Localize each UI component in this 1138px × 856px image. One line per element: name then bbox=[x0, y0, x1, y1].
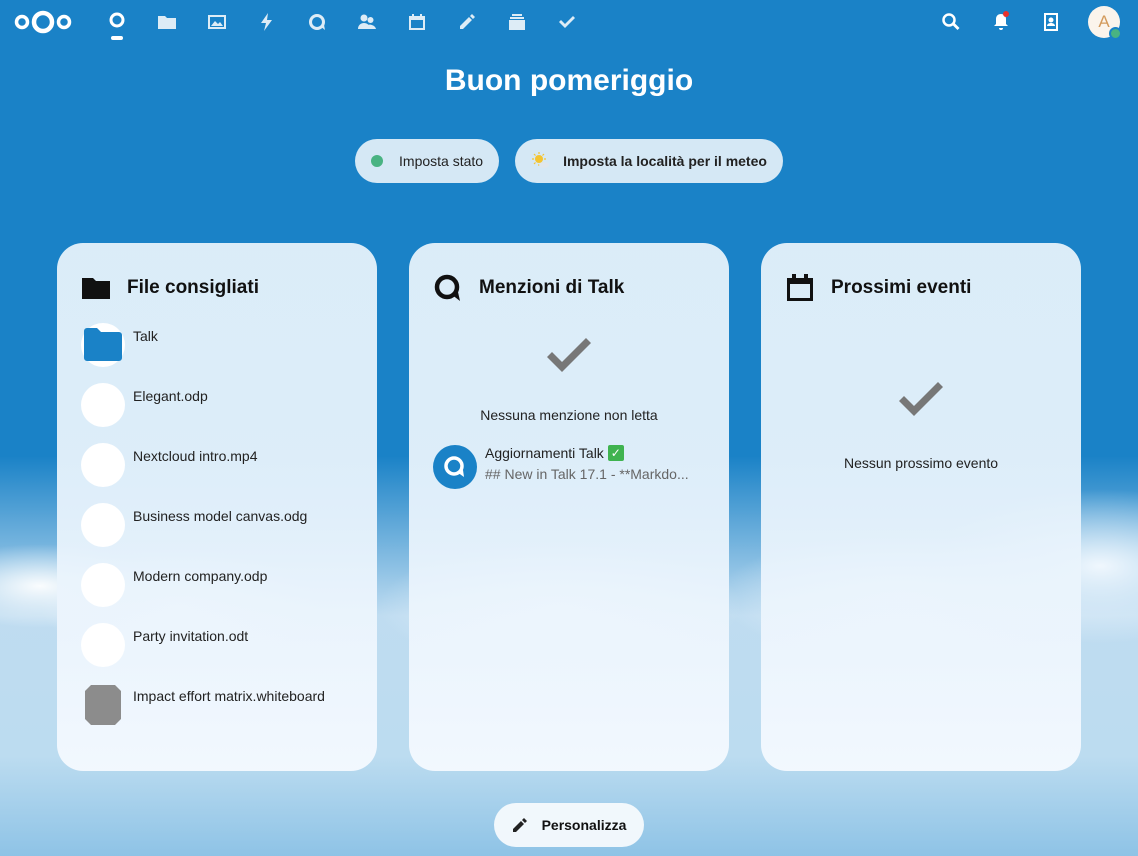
pencil-icon bbox=[512, 818, 527, 832]
notification-badge bbox=[1003, 11, 1009, 17]
list-item[interactable]: Nextcloud intro.mp4 bbox=[81, 443, 353, 503]
contacts-icon bbox=[358, 14, 376, 29]
file-name: Business model canvas.odg bbox=[133, 508, 308, 524]
panel-title: File consigliati bbox=[127, 277, 259, 298]
list-item[interactable]: Impact effort matrix.whiteboard bbox=[81, 683, 353, 743]
app-navigation bbox=[92, 0, 592, 44]
list-item[interactable]: Business model canvas.odg bbox=[81, 503, 353, 563]
nav-talk[interactable] bbox=[292, 0, 342, 44]
list-item[interactable]: Modern company.odp bbox=[81, 563, 353, 623]
header-actions: A bbox=[926, 0, 1126, 44]
file-name: Elegant.odp bbox=[133, 388, 208, 404]
file-name: Nextcloud intro.mp4 bbox=[133, 448, 258, 464]
talk-icon bbox=[434, 274, 460, 301]
panel-header: Prossimi eventi bbox=[785, 271, 1057, 305]
search-button[interactable] bbox=[926, 0, 976, 44]
file-list: Talk Elegant.odp Nextcloud intro.mp4 Bus… bbox=[81, 323, 353, 743]
user-status-indicator bbox=[1109, 27, 1122, 40]
whiteboard-icon bbox=[85, 685, 121, 725]
avatar-initial: A bbox=[1098, 12, 1110, 31]
empty-message: Nessun prossimo evento bbox=[843, 455, 999, 471]
file-name: Party invitation.odt bbox=[133, 628, 249, 644]
search-icon bbox=[942, 13, 960, 30]
customize-label: Personalizza bbox=[541, 817, 627, 833]
file-icon bbox=[81, 503, 125, 547]
contact-card-icon bbox=[1044, 13, 1058, 31]
calendar-icon bbox=[787, 274, 813, 301]
status-online-icon bbox=[371, 155, 384, 167]
panel-title: Prossimi eventi bbox=[831, 277, 972, 298]
conversation-item[interactable]: Aggiornamenti Talk ✓ ## New in Talk 17.1… bbox=[433, 445, 705, 489]
calendar-icon bbox=[409, 14, 425, 30]
conversation-avatar bbox=[433, 445, 477, 489]
list-item[interactable]: Talk bbox=[81, 323, 353, 383]
nav-notes[interactable] bbox=[442, 0, 492, 44]
list-item[interactable]: Party invitation.odt bbox=[81, 623, 353, 683]
nav-tasks[interactable] bbox=[542, 0, 592, 44]
nav-calendar[interactable] bbox=[392, 0, 442, 44]
nextcloud-logo-icon[interactable] bbox=[12, 7, 74, 37]
contacts-menu-button[interactable] bbox=[1026, 0, 1076, 44]
conversation-text: Aggiornamenti Talk ✓ ## New in Talk 17.1… bbox=[485, 445, 689, 482]
panel-header: Menzioni di Talk bbox=[433, 271, 705, 305]
lightning-icon bbox=[261, 13, 272, 31]
file-thumbnail bbox=[81, 683, 125, 727]
status-actions: Imposta stato Imposta la località per il… bbox=[0, 139, 1138, 183]
check-mark-emoji-icon: ✓ bbox=[607, 445, 624, 461]
image-icon bbox=[208, 15, 226, 29]
nav-files[interactable] bbox=[142, 0, 192, 44]
notifications-button[interactable] bbox=[976, 0, 1026, 44]
talk-icon bbox=[444, 456, 464, 477]
file-icon bbox=[81, 623, 125, 667]
deck-icon bbox=[509, 14, 525, 30]
set-status-button[interactable]: Imposta stato bbox=[355, 139, 500, 183]
customize-button[interactable]: Personalizza bbox=[494, 803, 644, 847]
avatar[interactable]: A bbox=[1088, 6, 1122, 40]
nav-dashboard[interactable] bbox=[92, 0, 142, 44]
upcoming-events-panel: Prossimi eventi Nessun prossimo evento bbox=[761, 243, 1081, 771]
recommended-files-panel: File consigliati Talk Elegant.odp Nextcl… bbox=[57, 243, 377, 771]
checkmark-icon bbox=[559, 16, 575, 28]
set-status-label: Imposta stato bbox=[399, 153, 484, 169]
file-icon bbox=[81, 383, 125, 427]
file-thumbnail bbox=[81, 323, 125, 367]
file-name: Modern company.odp bbox=[133, 568, 268, 584]
checkmark-icon bbox=[785, 381, 1057, 421]
pencil-icon bbox=[460, 14, 475, 29]
panel-header: File consigliati bbox=[81, 271, 353, 305]
list-item[interactable]: Elegant.odp bbox=[81, 383, 353, 443]
file-name: Talk bbox=[133, 328, 158, 344]
nav-contacts[interactable] bbox=[342, 0, 392, 44]
set-weather-location-label: Imposta la località per il meteo bbox=[563, 153, 767, 169]
talk-mentions-panel: Menzioni di Talk Nessuna menzione non le… bbox=[409, 243, 729, 771]
file-name: Impact effort matrix.whiteboard bbox=[133, 688, 325, 704]
empty-message: Nessuna menzione non letta bbox=[480, 407, 658, 423]
weather-icon bbox=[532, 152, 550, 168]
conversation-title: Aggiornamenti Talk ✓ bbox=[485, 445, 689, 461]
file-icon bbox=[81, 443, 125, 487]
panel-title: Menzioni di Talk bbox=[479, 277, 625, 298]
nav-activity[interactable] bbox=[242, 0, 292, 44]
file-icon bbox=[81, 563, 125, 607]
conversation-name: Aggiornamenti Talk bbox=[485, 445, 604, 461]
page-title: Buon pomeriggio bbox=[444, 64, 694, 97]
conversation-preview: ## New in Talk 17.1 - **Markdo... bbox=[485, 466, 689, 482]
checkmark-icon bbox=[433, 337, 705, 377]
nav-deck[interactable] bbox=[492, 0, 542, 44]
folder-icon bbox=[158, 16, 176, 29]
folder-icon bbox=[84, 328, 122, 361]
top-bar: A bbox=[0, 0, 1138, 44]
talk-icon bbox=[309, 14, 325, 30]
set-weather-location-button[interactable]: Imposta la località per il meteo bbox=[515, 139, 783, 183]
nav-photos[interactable] bbox=[192, 0, 242, 44]
dashboard-icon bbox=[109, 12, 125, 28]
folder-icon bbox=[82, 278, 110, 299]
